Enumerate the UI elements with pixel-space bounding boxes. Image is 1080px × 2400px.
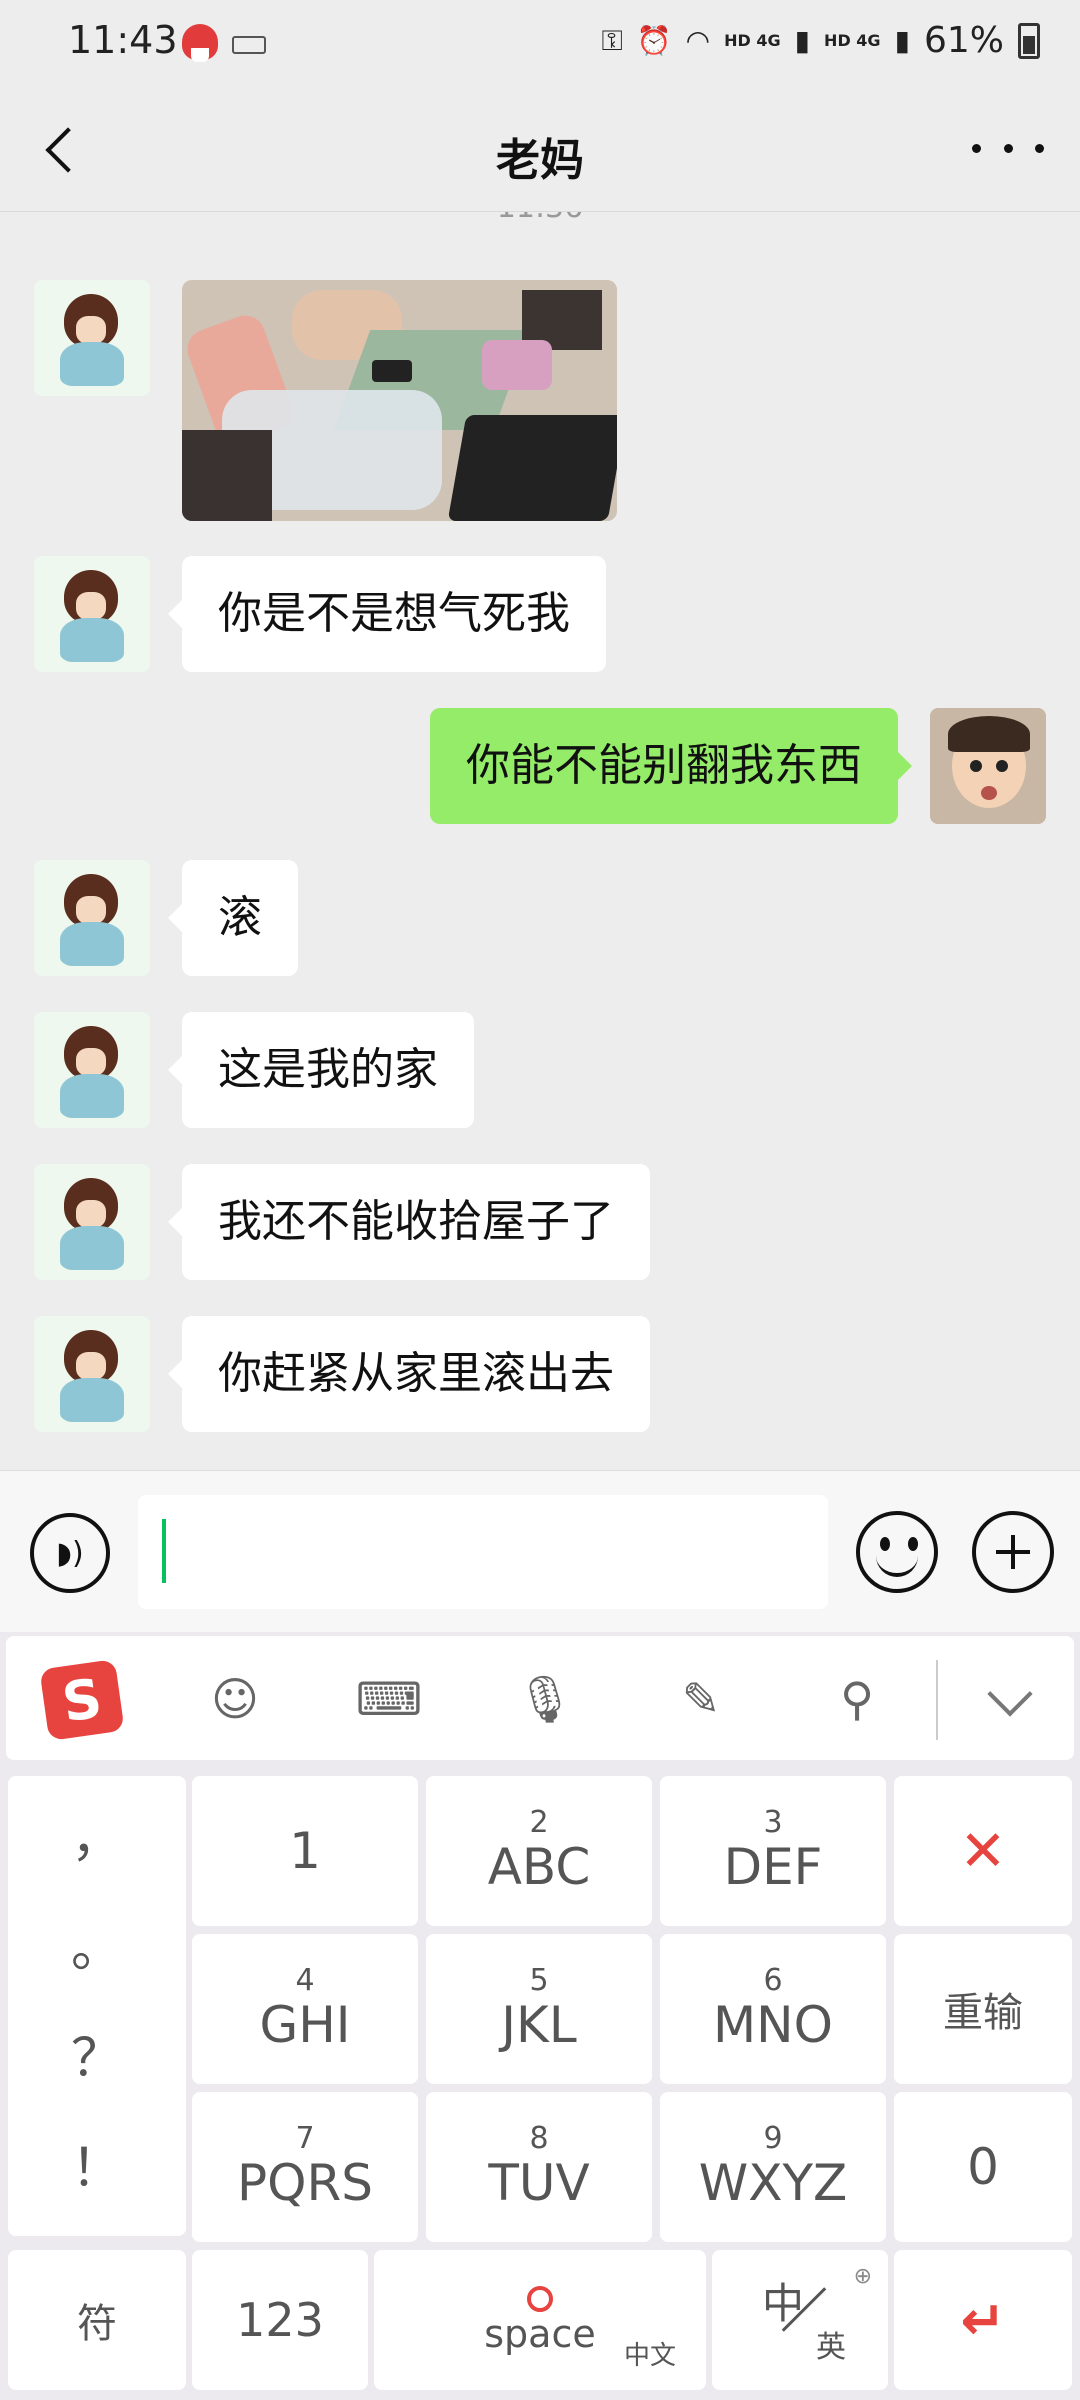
- punct-period[interactable]: 。: [8, 1906, 186, 1981]
- battery-percent: 61%: [923, 20, 1004, 61]
- collapse-chevron-icon[interactable]: [987, 1671, 1033, 1717]
- toolbar-divider: [936, 1660, 938, 1740]
- message-bubble[interactable]: 你赶紧从家里滚出去: [168, 1316, 650, 1432]
- emoji-icon[interactable]: ☺: [202, 1666, 268, 1732]
- page-title: 老妈: [496, 135, 584, 186]
- delete-key[interactable]: ✕: [894, 1776, 1072, 1926]
- symbol-key[interactable]: 符: [8, 2250, 186, 2390]
- mushroom-app-icon: [182, 24, 218, 62]
- enter-key[interactable]: ↵: [894, 2250, 1072, 2390]
- search-icon[interactable]: ⚲: [824, 1666, 890, 1732]
- keyboard-toolbar: S ☺ ⌨ 🎙 ✎ ⚲: [6, 1636, 1074, 1760]
- message-bubble[interactable]: 滚: [168, 860, 298, 976]
- contact-avatar[interactable]: [34, 1164, 150, 1280]
- signal-2-label: HD 4G: [824, 31, 881, 50]
- status-time: 11:43: [68, 18, 178, 62]
- message-bubble-own[interactable]: 你能不能别翻我东西: [430, 708, 912, 824]
- battery-icon: [1018, 22, 1040, 59]
- message-bubble[interactable]: 我还不能收拾屋子了: [168, 1164, 650, 1280]
- alarm-icon: ⏰: [636, 24, 672, 57]
- emoji-button[interactable]: [856, 1511, 938, 1593]
- retype-key[interactable]: 重输: [894, 1934, 1072, 2084]
- ime-keyboard: S ☺ ⌨ 🎙 ✎ ⚲ ， 。 ？ ！ 1 2 ABC 3 DEF ✕ 4 GHI 5…: [0, 1632, 1080, 2400]
- microphone-icon[interactable]: 🎙: [512, 1666, 578, 1732]
- punct-question[interactable]: ？: [8, 2016, 186, 2091]
- key-1[interactable]: 1: [192, 1776, 418, 1926]
- message-bubble[interactable]: 你是不是想气死我: [168, 556, 606, 672]
- signal-bars-icon: ▮: [894, 24, 910, 57]
- punct-comma[interactable]: ，: [8, 1796, 186, 1871]
- key-5[interactable]: 5 JKL: [426, 1934, 652, 2084]
- chat-messages[interactable]: 11:36 你是不是想气死我 你能不能别翻我东西: [0, 212, 1080, 1470]
- sogou-logo-icon[interactable]: S: [39, 1659, 125, 1741]
- space-key[interactable]: space 中文: [374, 2250, 706, 2390]
- space-sub-label: 中文: [623, 2341, 676, 2371]
- voice-input-button[interactable]: ◗): [30, 1513, 110, 1593]
- handwriting-icon[interactable]: ✎: [668, 1666, 734, 1732]
- key-6[interactable]: 6 MNO: [660, 1934, 886, 2084]
- key-8[interactable]: 8 TUV: [426, 2092, 652, 2242]
- keyboard-icon[interactable]: ⌨: [356, 1666, 422, 1732]
- message-timestamp: 11:36: [0, 212, 1080, 225]
- signal-1-label: HD 4G: [724, 31, 781, 50]
- delete-icon: ✕: [959, 1818, 1007, 1884]
- punct-exclaim[interactable]: ！: [8, 2126, 186, 2201]
- signal-bars-icon: ▮: [794, 24, 811, 57]
- number-mode-key[interactable]: 123: [192, 2250, 368, 2390]
- enter-icon: ↵: [960, 2288, 1006, 2352]
- key-9[interactable]: 9 WXYZ: [660, 2092, 886, 2242]
- contact-avatar[interactable]: [34, 1316, 150, 1432]
- contact-avatar[interactable]: [34, 556, 150, 672]
- more-functions-button[interactable]: [972, 1511, 1054, 1593]
- key-2[interactable]: 2 ABC: [426, 1776, 652, 1926]
- contact-avatar[interactable]: [34, 1012, 150, 1128]
- chat-header: 老妈: [0, 88, 1080, 212]
- key-7[interactable]: 7 PQRS: [192, 2092, 418, 2242]
- text-cursor: [162, 1519, 166, 1583]
- globe-icon: ⊕: [853, 2264, 872, 2289]
- key-3[interactable]: 3 DEF: [660, 1776, 886, 1926]
- contact-avatar[interactable]: [34, 860, 150, 976]
- message-input-bar: ◗): [0, 1470, 1080, 1632]
- lang-switch-key[interactable]: 中 英 ⊕: [712, 2250, 888, 2390]
- key-4[interactable]: 4 GHI: [192, 1934, 418, 2084]
- key-0[interactable]: 0: [894, 2092, 1072, 2242]
- punctuation-column[interactable]: ， 。 ？ ！: [8, 1776, 186, 2236]
- message-input[interactable]: [138, 1495, 828, 1609]
- photo-thumbnail[interactable]: [182, 280, 617, 521]
- wifi-icon: ◠: [685, 24, 711, 57]
- own-avatar[interactable]: [930, 708, 1046, 824]
- contact-avatar[interactable]: [34, 280, 150, 396]
- keyboard-status-icon: [232, 36, 266, 54]
- space-mic-icon: [527, 2286, 553, 2312]
- status-bar: 11:43 ⚿ ⏰ ◠ HD 4G ▮ HD 4G ▮ 61%: [0, 0, 1080, 88]
- more-options-button[interactable]: [972, 128, 1044, 168]
- message-bubble[interactable]: 这是我的家: [168, 1012, 474, 1128]
- key-icon: ⚿: [601, 23, 623, 57]
